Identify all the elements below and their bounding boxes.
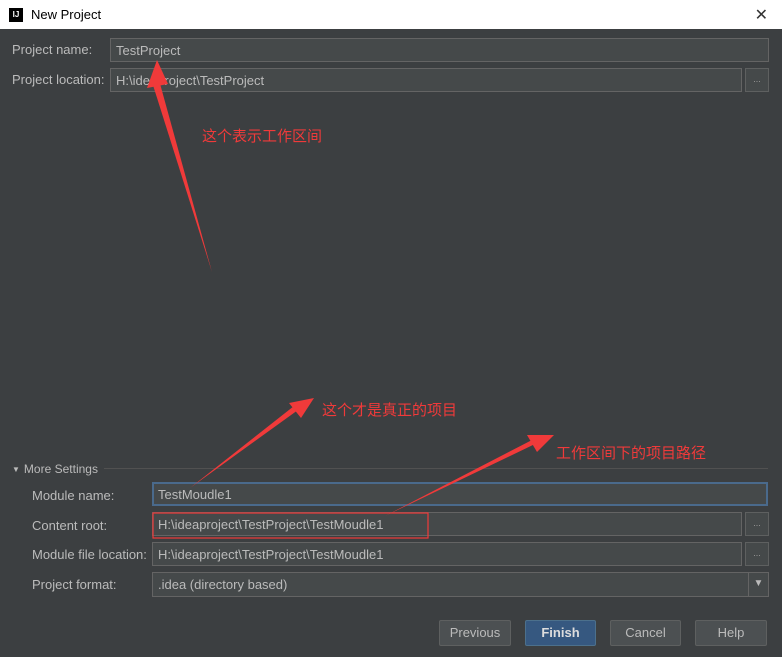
arrow-shaft-1 [152,80,212,272]
arrow-shaft-2 [190,406,298,488]
annotation-overlay [147,60,554,539]
highlight-box [152,512,429,539]
annotation-arrows [147,60,554,516]
arrow-shaft-3 [385,440,535,516]
arrow-head-1 [147,60,168,88]
